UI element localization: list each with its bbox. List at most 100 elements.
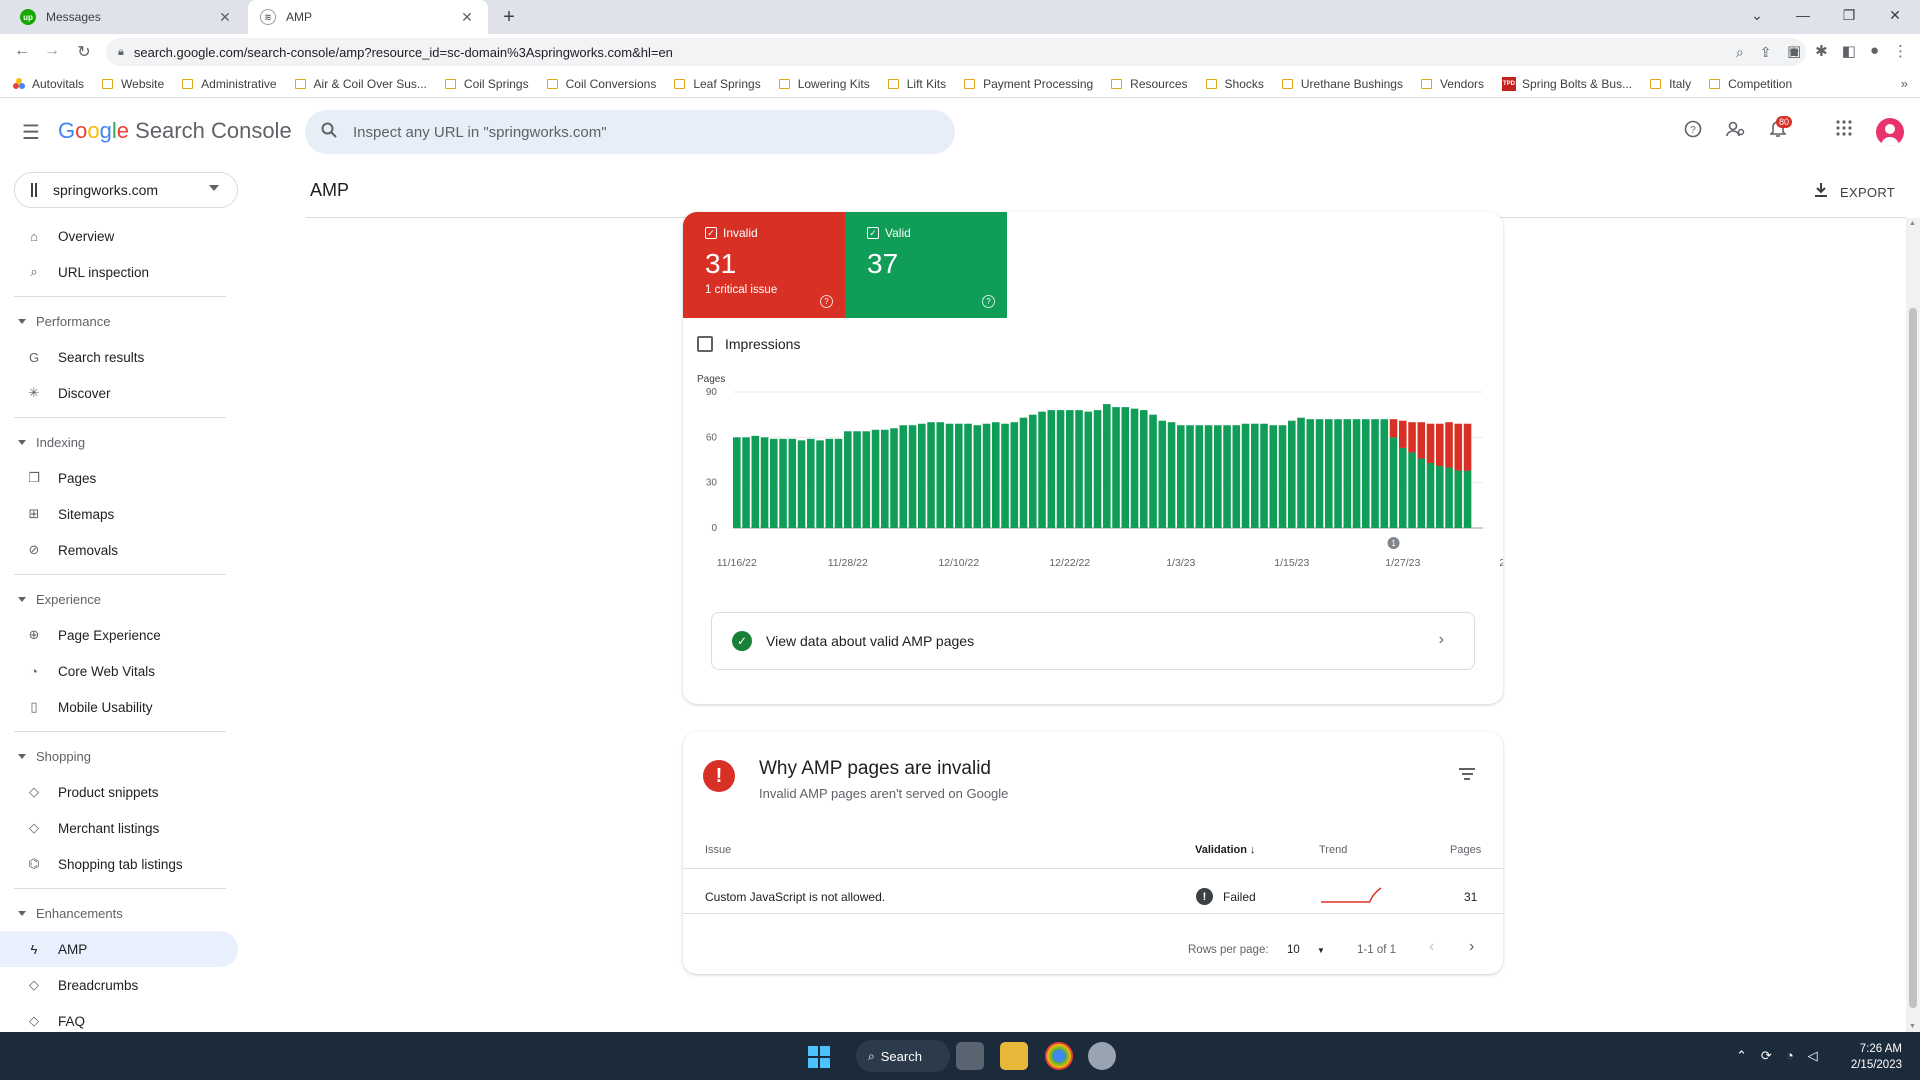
help-icon[interactable]: ? <box>982 295 995 308</box>
column-header-validation[interactable]: Validation ↓ <box>1195 844 1256 856</box>
page-scrollbar[interactable]: ▲ ▼ <box>1906 218 1920 1032</box>
puzzle-icon[interactable]: ✱ <box>1815 42 1828 60</box>
bookmark-folder[interactable]: Shocks <box>1205 77 1264 91</box>
file-explorer-icon[interactable] <box>1000 1042 1028 1070</box>
menu-icon[interactable]: ⋮ <box>1893 42 1908 60</box>
new-tab-button[interactable]: + <box>498 6 520 29</box>
minimize-button[interactable]: — <box>1780 7 1826 23</box>
bookmark-folder[interactable]: Urethane Bushings <box>1281 77 1403 91</box>
next-page-icon[interactable]: › <box>1469 938 1474 956</box>
sidebar-item-breadcrumbs[interactable]: ◇ Breadcrumbs <box>0 967 240 1003</box>
side-panel-icon[interactable]: ◧ <box>1842 42 1856 60</box>
extension-icon[interactable]: ▣ <box>1787 42 1801 60</box>
sidebar-item-pages[interactable]: ❐ Pages <box>0 460 240 496</box>
wifi-icon[interactable]: ◔ <box>1786 1048 1794 1064</box>
export-button[interactable]: EXPORT <box>1814 182 1895 202</box>
back-icon[interactable]: ← <box>12 42 32 60</box>
bookmark-item[interactable]: TPD Spring Bolts & Bus... <box>1502 76 1632 91</box>
sidebar-item-overview[interactable]: ⌂ Overview <box>0 218 240 254</box>
bookmark-item[interactable]: Autovitals <box>12 77 84 91</box>
scroll-up-icon[interactable]: ▲ <box>1909 220 1916 227</box>
bookmark-folder[interactable]: Air & Coil Over Sus... <box>294 77 427 91</box>
settings-gear-icon[interactable] <box>1088 1042 1116 1070</box>
windows-start-icon[interactable] <box>808 1046 830 1068</box>
sidebar-item-search-results[interactable]: G Search results <box>0 339 240 375</box>
sidebar-item-url-inspection[interactable]: ⌕ URL inspection <box>0 254 240 290</box>
sidebar-section-enhancements[interactable]: Enhancements <box>0 895 240 931</box>
checkbox-checked-icon[interactable]: ✓ <box>867 227 879 239</box>
chrome-icon[interactable] <box>1045 1042 1073 1070</box>
more-bookmarks-icon[interactable]: » <box>1901 76 1908 91</box>
bookmark-folder[interactable]: Coil Conversions <box>546 77 656 91</box>
checkbox-checked-icon[interactable]: ✓ <box>705 227 717 239</box>
valid-summary-tile[interactable]: ✓ Valid 37 ? <box>845 212 1007 318</box>
apps-grid-icon[interactable] <box>1836 120 1852 141</box>
profile-icon[interactable]: ● <box>1870 42 1879 60</box>
volume-icon[interactable]: ◁ <box>1808 1048 1818 1064</box>
app-logo[interactable]: Google Search Console <box>58 118 292 144</box>
column-header-issue[interactable]: Issue <box>705 844 731 856</box>
sidebar-item-core-web-vitals[interactable]: ◔ Core Web Vitals <box>0 653 240 689</box>
bookmark-folder[interactable]: Resources <box>1111 77 1188 91</box>
filter-icon[interactable] <box>1459 768 1475 783</box>
bookmark-folder[interactable]: Competition <box>1709 77 1792 91</box>
sidebar-item-product-snippets[interactable]: ◇ Product snippets <box>0 774 240 810</box>
avatar[interactable] <box>1876 118 1904 146</box>
scrollbar-thumb[interactable] <box>1909 308 1917 1008</box>
column-header-pages[interactable]: Pages <box>1450 844 1481 856</box>
sidebar-section-shopping[interactable]: Shopping <box>0 738 240 774</box>
tab-messages[interactable]: up Messages ✕ <box>8 0 246 34</box>
sidebar-item-mobile-usability[interactable]: ▯ Mobile Usability <box>0 689 240 725</box>
rows-per-page-select[interactable]: 10 ▼ <box>1287 944 1325 956</box>
property-selector[interactable]: springworks.com <box>14 172 238 208</box>
system-clock[interactable]: 7:26 AM 2/15/2023 <box>1846 1041 1902 1073</box>
sidebar-item-faq[interactable]: ◇ FAQ <box>0 1003 240 1032</box>
manage-users-icon[interactable] <box>1726 120 1746 143</box>
tab-search-icon[interactable]: ⌄ <box>1734 7 1780 24</box>
sidebar-item-discover[interactable]: ✳ Discover <box>0 375 240 411</box>
previous-page-icon[interactable]: ‹ <box>1429 938 1434 956</box>
sidebar-item-page-experience[interactable]: ⊕ Page Experience <box>0 617 240 653</box>
sidebar-item-removals[interactable]: ⊘ Removals <box>0 532 240 568</box>
share-icon[interactable]: ⇪ <box>1760 44 1772 61</box>
view-valid-data-link[interactable]: ✓ View data about valid AMP pages › <box>711 612 1475 670</box>
sidebar-section-experience[interactable]: Experience <box>0 581 240 617</box>
help-icon[interactable]: ? <box>820 295 833 308</box>
close-icon[interactable]: ✕ <box>458 9 476 26</box>
bookmark-folder[interactable]: Leaf Springs <box>674 77 761 91</box>
address-bar[interactable]: 🔒︎ search.google.com/search-console/amp?… <box>106 38 1806 66</box>
sidebar-item-shopping-tab-listings[interactable]: ⌬ Shopping tab listings <box>0 846 240 882</box>
invalid-summary-tile[interactable]: ✓ Invalid 31 1 critical issue ? <box>683 212 845 318</box>
close-window-button[interactable]: ✕ <box>1872 7 1918 24</box>
bookmark-folder[interactable]: Coil Springs <box>444 77 529 91</box>
chevron-up-icon[interactable]: ⌃ <box>1736 1048 1747 1064</box>
checkbox-icon[interactable] <box>697 336 713 352</box>
close-icon[interactable]: ✕ <box>216 9 234 26</box>
restore-button[interactable]: ❐ <box>1826 7 1872 24</box>
sidebar-item-amp[interactable]: ϟ AMP <box>0 931 238 967</box>
bookmark-folder[interactable]: Website <box>102 77 164 91</box>
sidebar-item-sitemaps[interactable]: ⊞ Sitemaps <box>0 496 240 532</box>
url-inspection-search[interactable] <box>305 110 955 154</box>
bookmark-folder[interactable]: Lift Kits <box>887 77 946 91</box>
bookmark-folder[interactable]: Italy <box>1650 77 1691 91</box>
hamburger-menu-icon[interactable]: ☰ <box>22 120 40 145</box>
help-icon[interactable]: ? <box>1684 120 1702 143</box>
sync-icon[interactable]: ⟳ <box>1761 1048 1772 1064</box>
forward-icon[interactable]: → <box>42 42 62 60</box>
bookmark-folder[interactable]: Vendors <box>1420 77 1484 91</box>
sidebar-section-indexing[interactable]: Indexing <box>0 424 240 460</box>
bookmark-folder[interactable]: Administrative <box>182 77 277 91</box>
reload-icon[interactable]: ↻ <box>74 42 94 62</box>
sidebar-section-performance[interactable]: Performance <box>0 303 240 339</box>
bookmark-folder[interactable]: Lowering Kits <box>778 77 870 91</box>
taskbar-search[interactable]: ⌕ Search <box>856 1040 950 1072</box>
bookmark-folder[interactable]: Payment Processing <box>964 77 1093 91</box>
sidebar-item-merchant-listings[interactable]: ◇ Merchant listings <box>0 810 240 846</box>
tab-amp[interactable]: ≋ AMP ✕ <box>248 0 488 34</box>
task-view-icon[interactable] <box>956 1042 984 1070</box>
lock-icon[interactable]: 🔒︎ <box>118 46 124 59</box>
search-input[interactable] <box>353 123 955 141</box>
zoom-icon[interactable]: ⌕ <box>1736 44 1744 61</box>
impressions-toggle[interactable]: Impressions <box>697 336 800 352</box>
